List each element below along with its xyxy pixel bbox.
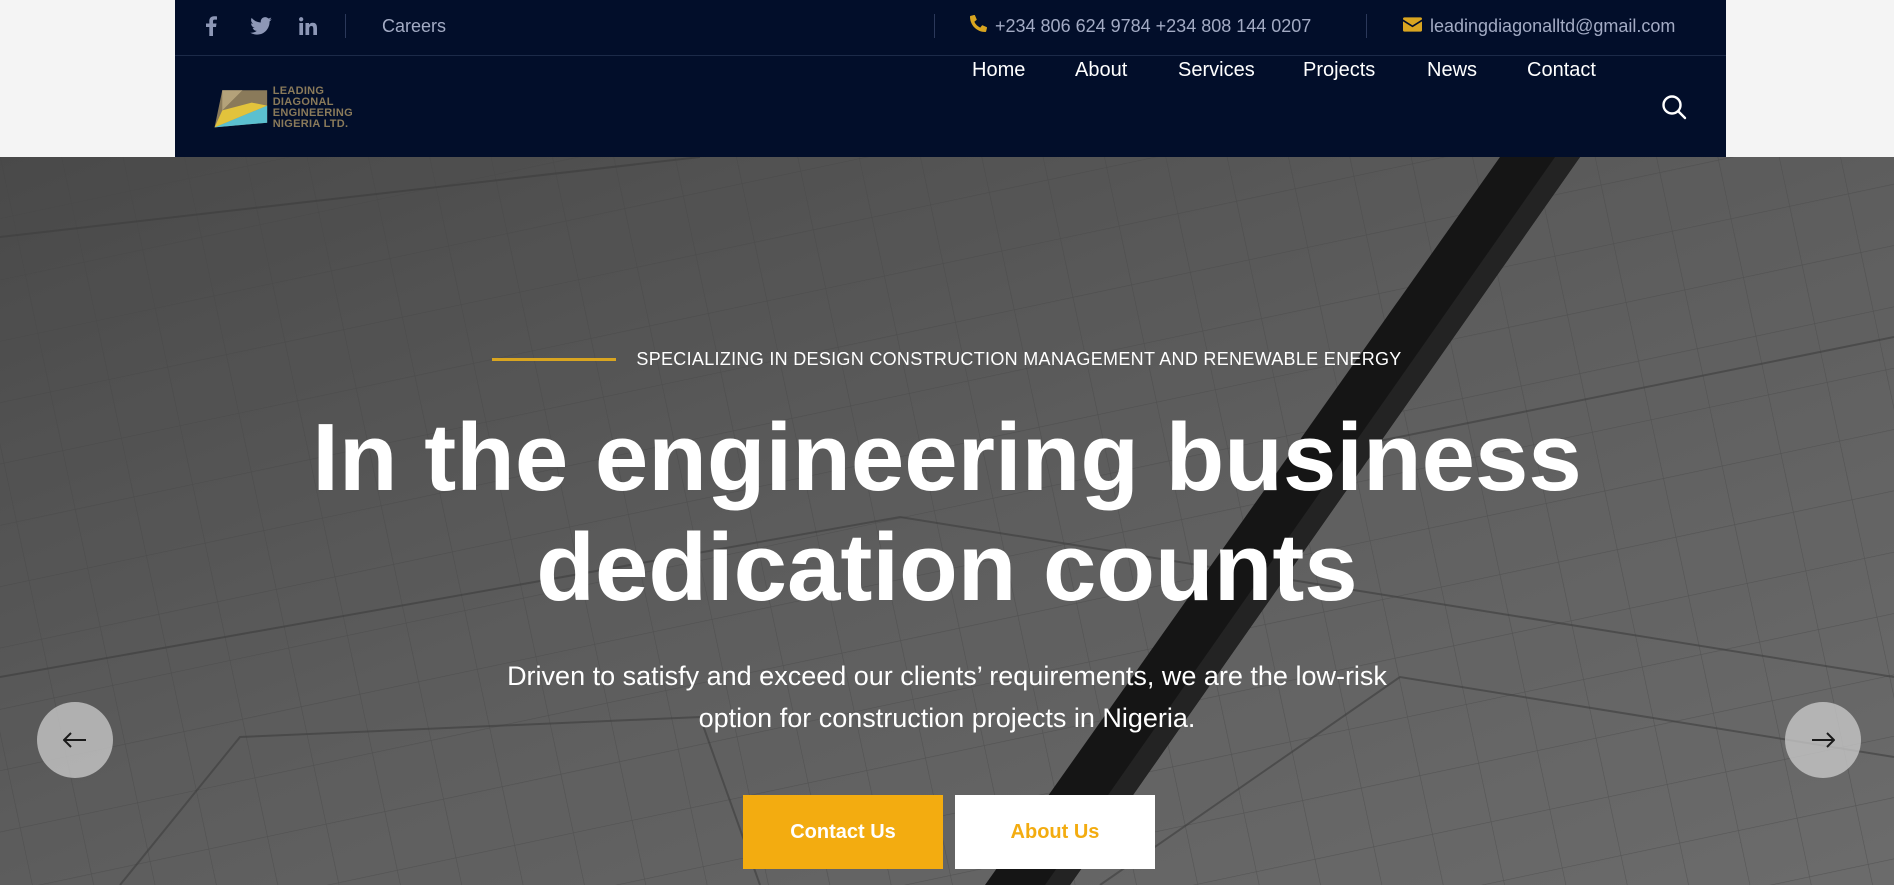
logo-mark-icon (214, 90, 268, 128)
nav-projects[interactable]: Projects (1303, 57, 1375, 83)
company-logo[interactable]: LEADING DIAGONAL ENGINEERING NIGERIA LTD… (213, 79, 353, 137)
main-navbar: LEADING DIAGONAL ENGINEERING NIGERIA LTD… (175, 57, 1726, 157)
contact-us-button[interactable]: Contact Us (743, 795, 943, 869)
nav-services[interactable]: Services (1178, 57, 1255, 83)
arrow-left-icon (63, 732, 86, 748)
nav-contact[interactable]: Contact (1527, 57, 1596, 83)
nav-home[interactable]: Home (972, 57, 1025, 83)
logo-text: LEADING DIAGONAL ENGINEERING NIGERIA LTD… (272, 85, 353, 130)
linkedin-icon[interactable] (296, 14, 320, 38)
arrow-right-icon (1812, 732, 1835, 748)
subtitle-line-1: Driven to satisfy and exceed our clients… (507, 661, 1387, 691)
search-icon[interactable] (1661, 94, 1687, 120)
nav-about[interactable]: About (1075, 57, 1127, 83)
twitter-icon[interactable] (249, 14, 273, 38)
divider (934, 14, 935, 38)
phone-icon (970, 14, 988, 38)
facebook-icon[interactable] (199, 14, 223, 38)
headline-line-1: In the engineering business (312, 404, 1582, 511)
phone-numbers: +234 806 624 9784 +234 808 144 0207 (995, 16, 1312, 36)
careers-link[interactable]: Careers (382, 14, 446, 38)
about-us-button[interactable]: About Us (955, 795, 1155, 869)
phone-contact[interactable]: +234 806 624 9784 +234 808 144 0207 (970, 14, 1311, 38)
divider (345, 14, 346, 38)
envelope-icon (1403, 14, 1422, 38)
subtitle-line-2: option for construction projects in Nige… (698, 703, 1196, 733)
divider (1366, 14, 1367, 38)
email-contact[interactable]: leadingdiagonalltd@gmail.com (1403, 14, 1675, 38)
headline-line-2: dedication counts (536, 514, 1358, 621)
eyebrow-text: SPECIALIZING IN DESIGN CONSTRUCTION MANA… (636, 349, 1402, 369)
next-slide-button[interactable] (1785, 702, 1861, 778)
top-bar: Careers +234 806 624 9784 +234 808 144 0… (175, 0, 1726, 56)
nav-news[interactable]: News (1427, 57, 1477, 83)
hero-eyebrow: SPECIALIZING IN DESIGN CONSTRUCTION MANA… (0, 349, 1894, 370)
prev-slide-button[interactable] (37, 702, 113, 778)
eyebrow-accent-line (492, 358, 617, 361)
site-header: Careers +234 806 624 9784 +234 808 144 0… (175, 0, 1726, 157)
hero-headline: In the engineering business dedication c… (0, 403, 1894, 623)
hero-subtitle: Driven to satisfy and exceed our clients… (497, 655, 1397, 739)
email-address: leadingdiagonalltd@gmail.com (1430, 16, 1676, 36)
hero-slider: SPECIALIZING IN DESIGN CONSTRUCTION MANA… (0, 157, 1894, 885)
